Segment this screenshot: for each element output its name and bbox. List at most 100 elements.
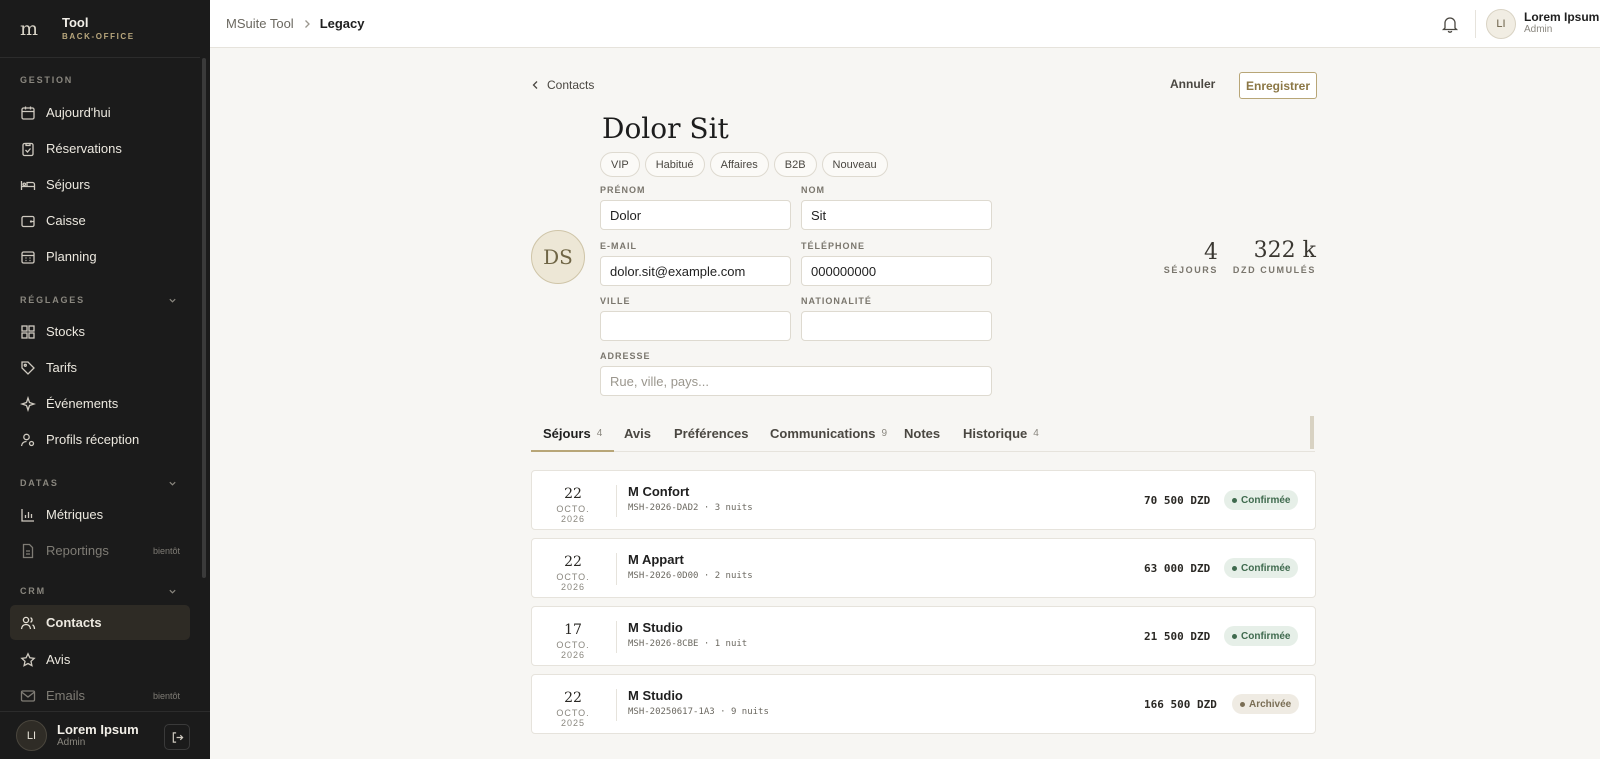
stay-ref: MSH-2026-DAD2 · 3 nuits <box>628 503 753 513</box>
prenom-field[interactable] <box>600 200 791 230</box>
nationalite-field[interactable] <box>801 311 992 341</box>
tag-vip[interactable]: VIP <box>600 152 640 177</box>
sidebar-item-tarifs[interactable]: Tarifs <box>10 350 190 385</box>
sidebar-item-reportings[interactable]: Reportings bientôt <box>10 533 190 568</box>
sidebar-item-label: Profils réception <box>46 432 140 447</box>
stay-day: 17 <box>564 622 582 638</box>
sidebar-item-reservations[interactable]: Réservations <box>10 131 190 166</box>
avatar[interactable]: LI <box>16 720 47 751</box>
sidebar-item-label: Métriques <box>46 507 104 522</box>
breadcrumb-root[interactable]: MSuite Tool <box>226 16 294 31</box>
users-icon <box>20 616 36 629</box>
sidebar-item-sejours[interactable]: Séjours <box>10 167 190 202</box>
chevron-down-icon[interactable] <box>168 479 177 488</box>
contact-name: Dolor Sit <box>602 112 729 145</box>
tab-notes[interactable]: Notes <box>904 415 940 452</box>
ville-field[interactable] <box>600 311 791 341</box>
sidebar-item-label: Contacts <box>46 615 102 630</box>
sidebar-item-label: Avis <box>46 652 71 667</box>
user-role: Admin <box>57 737 86 748</box>
logout-button[interactable] <box>164 724 190 750</box>
divider <box>616 689 617 721</box>
telephone-field[interactable] <box>801 256 992 286</box>
tag-affaires[interactable]: Affaires <box>709 152 769 177</box>
stat-cumul-value: 322 k <box>1253 238 1316 263</box>
sidebar-item-aujourdhui[interactable]: Aujourd'hui <box>10 95 190 130</box>
sidebar-item-label: Planning <box>46 249 97 264</box>
stay-title: M Studio <box>628 688 683 703</box>
cancel-button[interactable]: Annuler <box>1170 77 1215 91</box>
divider <box>1475 10 1476 38</box>
bell-icon[interactable] <box>1440 14 1460 34</box>
tab-sejours[interactable]: Séjours 4 <box>531 415 615 452</box>
brand-subtitle: BACK-OFFICE <box>62 32 135 41</box>
breadcrumb-current: Legacy <box>319 16 365 31</box>
stay-day: 22 <box>564 554 582 570</box>
tag-nouveau[interactable]: Nouveau <box>821 152 888 177</box>
sidebar-item-label: Stocks <box>46 324 86 339</box>
contact-avatar[interactable]: DS <box>531 230 585 284</box>
chevron-down-icon[interactable] <box>168 296 177 305</box>
list-item[interactable]: 22 OCTO. 2026 M Confort MSH-2026-DAD2 · … <box>531 470 1316 530</box>
tab-avis[interactable]: Avis <box>624 415 651 452</box>
tag-list: VIP Habitué Affaires B2B Nouveau <box>600 152 888 177</box>
nom-field[interactable] <box>801 200 992 230</box>
tabs-scrollbar[interactable] <box>1310 416 1314 449</box>
wallet-icon <box>21 215 35 227</box>
sidebar-item-contacts[interactable]: Contacts <box>10 605 190 640</box>
user-name: Lorem Ipsum <box>1524 10 1600 24</box>
sidebar-item-label: Emails <box>46 688 86 703</box>
document-icon <box>22 543 34 558</box>
sidebar-item-profils-reception[interactable]: Profils réception <box>10 422 190 457</box>
tag-habitue[interactable]: Habitué <box>644 152 705 177</box>
chevron-down-icon[interactable] <box>168 587 177 596</box>
sidebar-item-avis[interactable]: Avis <box>10 642 190 677</box>
stay-title: M Studio <box>628 620 683 635</box>
status-badge: Archivée <box>1232 694 1300 714</box>
soon-badge: bientôt <box>152 545 180 556</box>
stay-month: OCTO. 2026 <box>556 640 590 660</box>
brand[interactable]: m Tool BACK-OFFICE <box>0 0 200 58</box>
back-label: Contacts <box>547 78 595 92</box>
clipboard-icon <box>22 142 34 156</box>
back-link[interactable]: Contacts <box>532 78 594 92</box>
status-badge: Confirmée <box>1224 490 1299 510</box>
email-field[interactable] <box>600 256 791 286</box>
sidebar-scrollbar[interactable] <box>202 58 206 578</box>
tab-label: Préférences <box>674 426 749 441</box>
sidebar-item-stocks[interactable]: Stocks <box>10 314 190 349</box>
stay-title: M Appart <box>628 552 684 567</box>
list-item[interactable]: 22 OCTO. 2026 M Appart MSH-2026-0D00 · 2… <box>531 538 1316 598</box>
sparkle-icon <box>20 395 36 412</box>
tab-preferences[interactable]: Préférences <box>674 415 748 452</box>
tab-communications[interactable]: Communications 9 <box>770 415 887 452</box>
soon-badge: bientôt <box>152 690 180 701</box>
stay-amount: 21 500 DZD <box>1144 630 1211 643</box>
list-item[interactable]: 17 OCTO. 2026 M Studio MSH-2026-8CBE · 1… <box>531 606 1316 666</box>
adresse-field[interactable] <box>600 366 992 396</box>
list-item[interactable]: 22 OCTO. 2025 M Studio MSH-20250617-1A3 … <box>531 674 1316 734</box>
stat-sejours-label: SÉJOURS <box>1163 265 1218 275</box>
user-cog-icon <box>20 433 35 446</box>
star-icon <box>20 651 36 667</box>
tab-label: Historique <box>963 426 1028 441</box>
logout-icon <box>172 731 183 743</box>
sidebar-item-label: Séjours <box>46 177 91 192</box>
tab-historique[interactable]: Historique 4 <box>963 415 1039 452</box>
save-button[interactable]: Enregistrer <box>1239 72 1317 99</box>
sidebar-item-caisse[interactable]: Caisse <box>10 203 190 238</box>
stat-sejours-value: 4 <box>1204 240 1218 265</box>
sidebar-item-planning[interactable]: Planning <box>10 239 190 274</box>
tag-b2b[interactable]: B2B <box>773 152 817 177</box>
stay-month: OCTO. 2025 <box>556 708 590 728</box>
sidebar-item-metriques[interactable]: Métriques <box>10 497 190 532</box>
sidebar-item-label: Tarifs <box>46 360 78 375</box>
mail-icon <box>20 689 36 702</box>
tab-label: Notes <box>904 426 941 441</box>
sidebar-item-emails[interactable]: Emails bientôt <box>10 678 190 713</box>
sidebar-item-evenements[interactable]: Événements <box>10 386 190 421</box>
avatar[interactable]: LI <box>1486 9 1516 39</box>
stay-day: 22 <box>564 690 582 706</box>
tab-label: Communications <box>770 426 876 441</box>
user-name: Lorem Ipsum <box>57 722 139 737</box>
